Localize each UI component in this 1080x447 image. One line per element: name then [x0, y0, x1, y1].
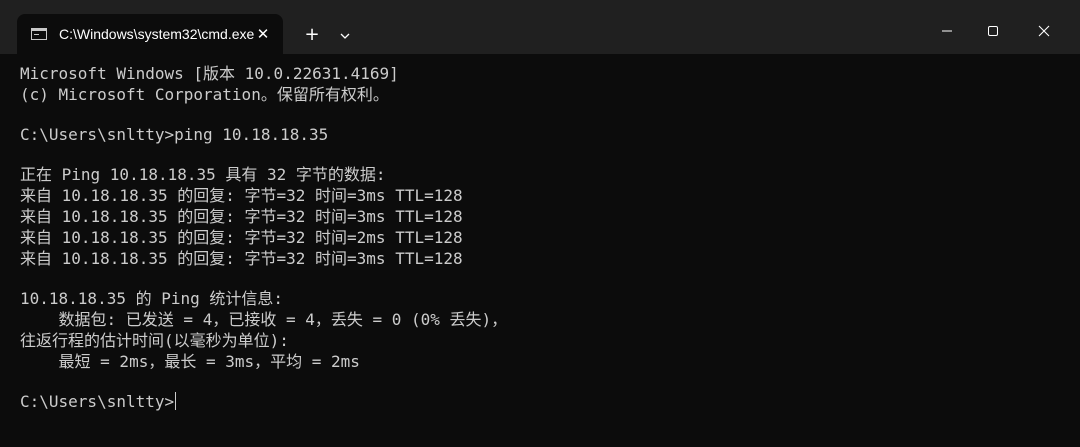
maximize-button[interactable]	[970, 14, 1016, 50]
output-line: 最短 = 2ms，最长 = 3ms，平均 = 2ms	[20, 352, 360, 371]
terminal-output[interactable]: Microsoft Windows [版本 10.0.22631.4169] (…	[0, 54, 1080, 447]
tab-cmd[interactable]: C:\Windows\system32\cmd.exe ✕	[17, 14, 283, 54]
output-line: Microsoft Windows [版本 10.0.22631.4169]	[20, 64, 399, 83]
title-bar: C:\Windows\system32\cmd.exe ✕ +	[0, 0, 1080, 54]
chevron-down-icon	[340, 33, 350, 39]
output-line: 来自 10.18.18.35 的回复: 字节=32 时间=2ms TTL=128	[20, 228, 463, 247]
prompt-line[interactable]: C:\Users\snltty>	[20, 391, 1080, 412]
output-line: (c) Microsoft Corporation。保留所有权利。	[20, 85, 389, 104]
output-line: 数据包: 已发送 = 4，已接收 = 4，丢失 = 0 (0% 丢失)，	[20, 310, 508, 329]
close-button[interactable]	[1021, 14, 1067, 50]
tab-dropdown-button[interactable]	[334, 26, 356, 46]
output-line: 来自 10.18.18.35 的回复: 字节=32 时间=3ms TTL=128	[20, 249, 463, 268]
output-line: 正在 Ping 10.18.18.35 具有 32 字节的数据:	[20, 165, 386, 184]
output-line: 往返行程的估计时间(以毫秒为单位):	[20, 331, 289, 350]
maximize-icon	[988, 26, 998, 36]
minimize-icon	[942, 30, 952, 32]
output-line: 来自 10.18.18.35 的回复: 字节=32 时间=3ms TTL=128	[20, 207, 463, 226]
text-cursor	[175, 392, 177, 410]
output-line: C:\Users\snltty>ping 10.18.18.35	[20, 125, 329, 144]
close-icon	[1038, 25, 1050, 37]
terminal-window: C:\Windows\system32\cmd.exe ✕ + Microsof…	[0, 0, 1080, 447]
output-line: 来自 10.18.18.35 的回复: 字节=32 时间=3ms TTL=128	[20, 186, 463, 205]
new-tab-button[interactable]: +	[298, 24, 326, 48]
tab-close-button[interactable]: ✕	[253, 24, 273, 44]
console-icon	[31, 28, 47, 40]
minimize-button[interactable]	[924, 14, 970, 50]
output-line: 10.18.18.35 的 Ping 统计信息:	[20, 289, 284, 308]
prompt-text: C:\Users\snltty>	[20, 392, 175, 411]
tab-title: C:\Windows\system32\cmd.exe	[59, 26, 255, 42]
